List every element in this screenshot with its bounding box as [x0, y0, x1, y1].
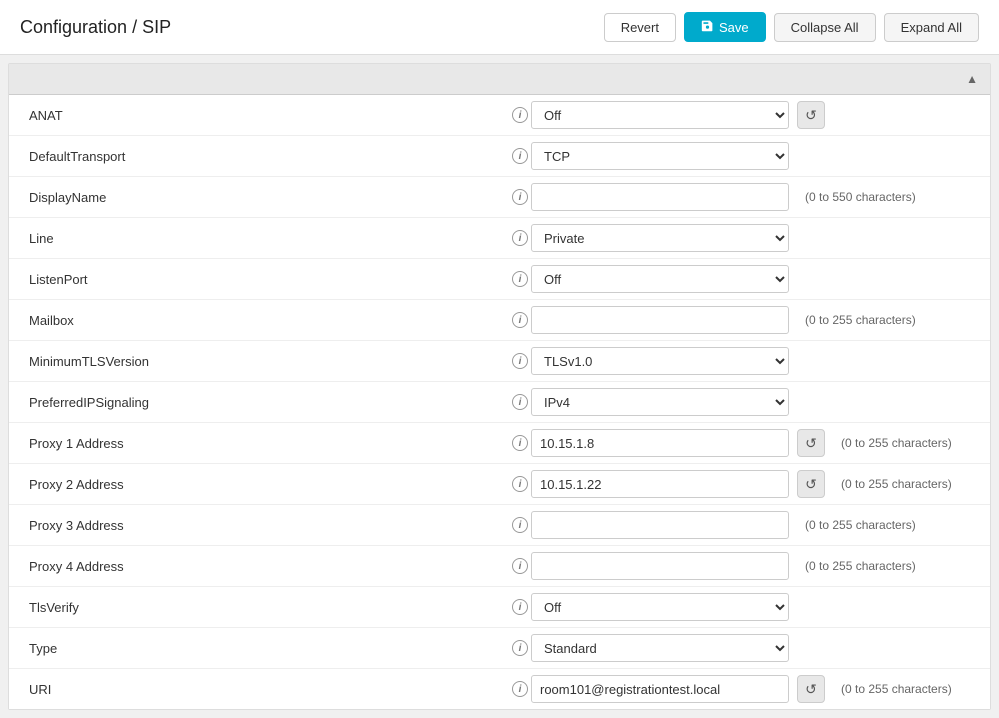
- control-uri: ↺ (0 to 255 characters): [531, 675, 970, 703]
- row-preferred-ip-signaling: PreferredIPSignalingiIPv4IPv6: [9, 382, 990, 423]
- control-tls-verify: OffOn: [531, 593, 970, 621]
- control-proxy-2-address: ↺ (0 to 255 characters): [531, 470, 970, 498]
- page-title: Configuration / SIP: [20, 17, 171, 38]
- input-uri[interactable]: [531, 675, 789, 703]
- label-proxy-2-address: Proxy 2 Address: [29, 477, 509, 492]
- control-proxy-4-address: (0 to 255 characters): [531, 552, 970, 580]
- control-preferred-ip-signaling: IPv4IPv6: [531, 388, 970, 416]
- label-listen-port: ListenPort: [29, 272, 509, 287]
- control-minimum-tls-version: TLSv1.0TLSv1.1TLSv1.2: [531, 347, 970, 375]
- info-icon-minimum-tls-version[interactable]: i: [509, 353, 531, 369]
- page-header: Configuration / SIP Revert Save Collapse…: [0, 0, 999, 55]
- control-anat: OffOn ↺: [531, 101, 970, 129]
- control-proxy-1-address: ↺ (0 to 255 characters): [531, 429, 970, 457]
- input-proxy-4-address[interactable]: [531, 552, 789, 580]
- input-proxy-2-address[interactable]: [531, 470, 789, 498]
- hint-proxy-2-address: (0 to 255 characters): [841, 477, 952, 491]
- select-line[interactable]: PrivatePublic: [531, 224, 789, 252]
- info-icon-proxy-2-address[interactable]: i: [509, 476, 531, 492]
- label-type: Type: [29, 641, 509, 656]
- info-icon-mailbox[interactable]: i: [509, 312, 531, 328]
- select-default-transport[interactable]: TCPUDPTLS: [531, 142, 789, 170]
- label-display-name: DisplayName: [29, 190, 509, 205]
- expand-all-button[interactable]: Expand All: [884, 13, 979, 42]
- row-default-transport: DefaultTransportiTCPUDPTLS: [9, 136, 990, 177]
- info-icon-proxy-4-address[interactable]: i: [509, 558, 531, 574]
- revert-button[interactable]: Revert: [604, 13, 676, 42]
- label-uri: URI: [29, 682, 509, 697]
- reset-btn-proxy-1-address[interactable]: ↺: [797, 429, 825, 457]
- collapse-section-icon[interactable]: ▲: [966, 72, 978, 86]
- row-anat: ANATiOffOn ↺: [9, 95, 990, 136]
- select-preferred-ip-signaling[interactable]: IPv4IPv6: [531, 388, 789, 416]
- control-type: StandardAdvanced: [531, 634, 970, 662]
- row-proxy-3-address: Proxy 3 Addressi (0 to 255 characters): [9, 505, 990, 546]
- save-button[interactable]: Save: [684, 12, 766, 42]
- row-tls-verify: TlsVerifyiOffOn: [9, 587, 990, 628]
- reset-btn-proxy-2-address[interactable]: ↺: [797, 470, 825, 498]
- label-proxy-1-address: Proxy 1 Address: [29, 436, 509, 451]
- info-icon-default-transport[interactable]: i: [509, 148, 531, 164]
- row-display-name: DisplayNamei (0 to 550 characters): [9, 177, 990, 218]
- control-default-transport: TCPUDPTLS: [531, 142, 970, 170]
- info-icon-listen-port[interactable]: i: [509, 271, 531, 287]
- control-listen-port: OffOn: [531, 265, 970, 293]
- select-listen-port[interactable]: OffOn: [531, 265, 789, 293]
- info-icon-proxy-1-address[interactable]: i: [509, 435, 531, 451]
- row-type: TypeiStandardAdvanced: [9, 628, 990, 669]
- control-mailbox: (0 to 255 characters): [531, 306, 970, 334]
- row-proxy-4-address: Proxy 4 Addressi (0 to 255 characters): [9, 546, 990, 587]
- label-minimum-tls-version: MinimumTLSVersion: [29, 354, 509, 369]
- config-rows-container: ANATiOffOn↺DefaultTransportiTCPUDPTLSDis…: [9, 95, 990, 709]
- reset-btn-uri[interactable]: ↺: [797, 675, 825, 703]
- control-display-name: (0 to 550 characters): [531, 183, 970, 211]
- hint-display-name: (0 to 550 characters): [805, 190, 916, 204]
- hint-proxy-1-address: (0 to 255 characters): [841, 436, 952, 450]
- header-actions: Revert Save Collapse All Expand All: [604, 12, 979, 42]
- control-line: PrivatePublic: [531, 224, 970, 252]
- select-tls-verify[interactable]: OffOn: [531, 593, 789, 621]
- page-wrapper: Configuration / SIP Revert Save Collapse…: [0, 0, 999, 710]
- row-listen-port: ListenPortiOffOn: [9, 259, 990, 300]
- section-header: ▲: [9, 64, 990, 95]
- row-mailbox: Mailboxi (0 to 255 characters): [9, 300, 990, 341]
- row-proxy-2-address: Proxy 2 Addressi ↺ (0 to 255 characters): [9, 464, 990, 505]
- hint-uri: (0 to 255 characters): [841, 682, 952, 696]
- info-icon-proxy-3-address[interactable]: i: [509, 517, 531, 533]
- config-panel: ▲ ANATiOffOn↺DefaultTransportiTCPUDPTLSD…: [8, 63, 991, 710]
- label-preferred-ip-signaling: PreferredIPSignaling: [29, 395, 509, 410]
- control-proxy-3-address: (0 to 255 characters): [531, 511, 970, 539]
- label-default-transport: DefaultTransport: [29, 149, 509, 164]
- info-icon-uri[interactable]: i: [509, 681, 531, 697]
- label-mailbox: Mailbox: [29, 313, 509, 328]
- reset-btn-anat[interactable]: ↺: [797, 101, 825, 129]
- input-proxy-1-address[interactable]: [531, 429, 789, 457]
- select-minimum-tls-version[interactable]: TLSv1.0TLSv1.1TLSv1.2: [531, 347, 789, 375]
- info-icon-tls-verify[interactable]: i: [509, 599, 531, 615]
- info-icon-line[interactable]: i: [509, 230, 531, 246]
- select-anat[interactable]: OffOn: [531, 101, 789, 129]
- hint-proxy-3-address: (0 to 255 characters): [805, 518, 916, 532]
- info-icon-preferred-ip-signaling[interactable]: i: [509, 394, 531, 410]
- hint-mailbox: (0 to 255 characters): [805, 313, 916, 327]
- save-icon: [701, 19, 714, 35]
- hint-proxy-4-address: (0 to 255 characters): [805, 559, 916, 573]
- input-proxy-3-address[interactable]: [531, 511, 789, 539]
- label-proxy-3-address: Proxy 3 Address: [29, 518, 509, 533]
- row-minimum-tls-version: MinimumTLSVersioniTLSv1.0TLSv1.1TLSv1.2: [9, 341, 990, 382]
- select-type[interactable]: StandardAdvanced: [531, 634, 789, 662]
- row-uri: URIi ↺ (0 to 255 characters): [9, 669, 990, 709]
- info-icon-display-name[interactable]: i: [509, 189, 531, 205]
- label-tls-verify: TlsVerify: [29, 600, 509, 615]
- row-proxy-1-address: Proxy 1 Addressi ↺ (0 to 255 characters): [9, 423, 990, 464]
- input-display-name[interactable]: [531, 183, 789, 211]
- collapse-all-button[interactable]: Collapse All: [774, 13, 876, 42]
- input-mailbox[interactable]: [531, 306, 789, 334]
- label-anat: ANAT: [29, 108, 509, 123]
- info-icon-anat[interactable]: i: [509, 107, 531, 123]
- info-icon-type[interactable]: i: [509, 640, 531, 656]
- label-proxy-4-address: Proxy 4 Address: [29, 559, 509, 574]
- row-line: LineiPrivatePublic: [9, 218, 990, 259]
- label-line: Line: [29, 231, 509, 246]
